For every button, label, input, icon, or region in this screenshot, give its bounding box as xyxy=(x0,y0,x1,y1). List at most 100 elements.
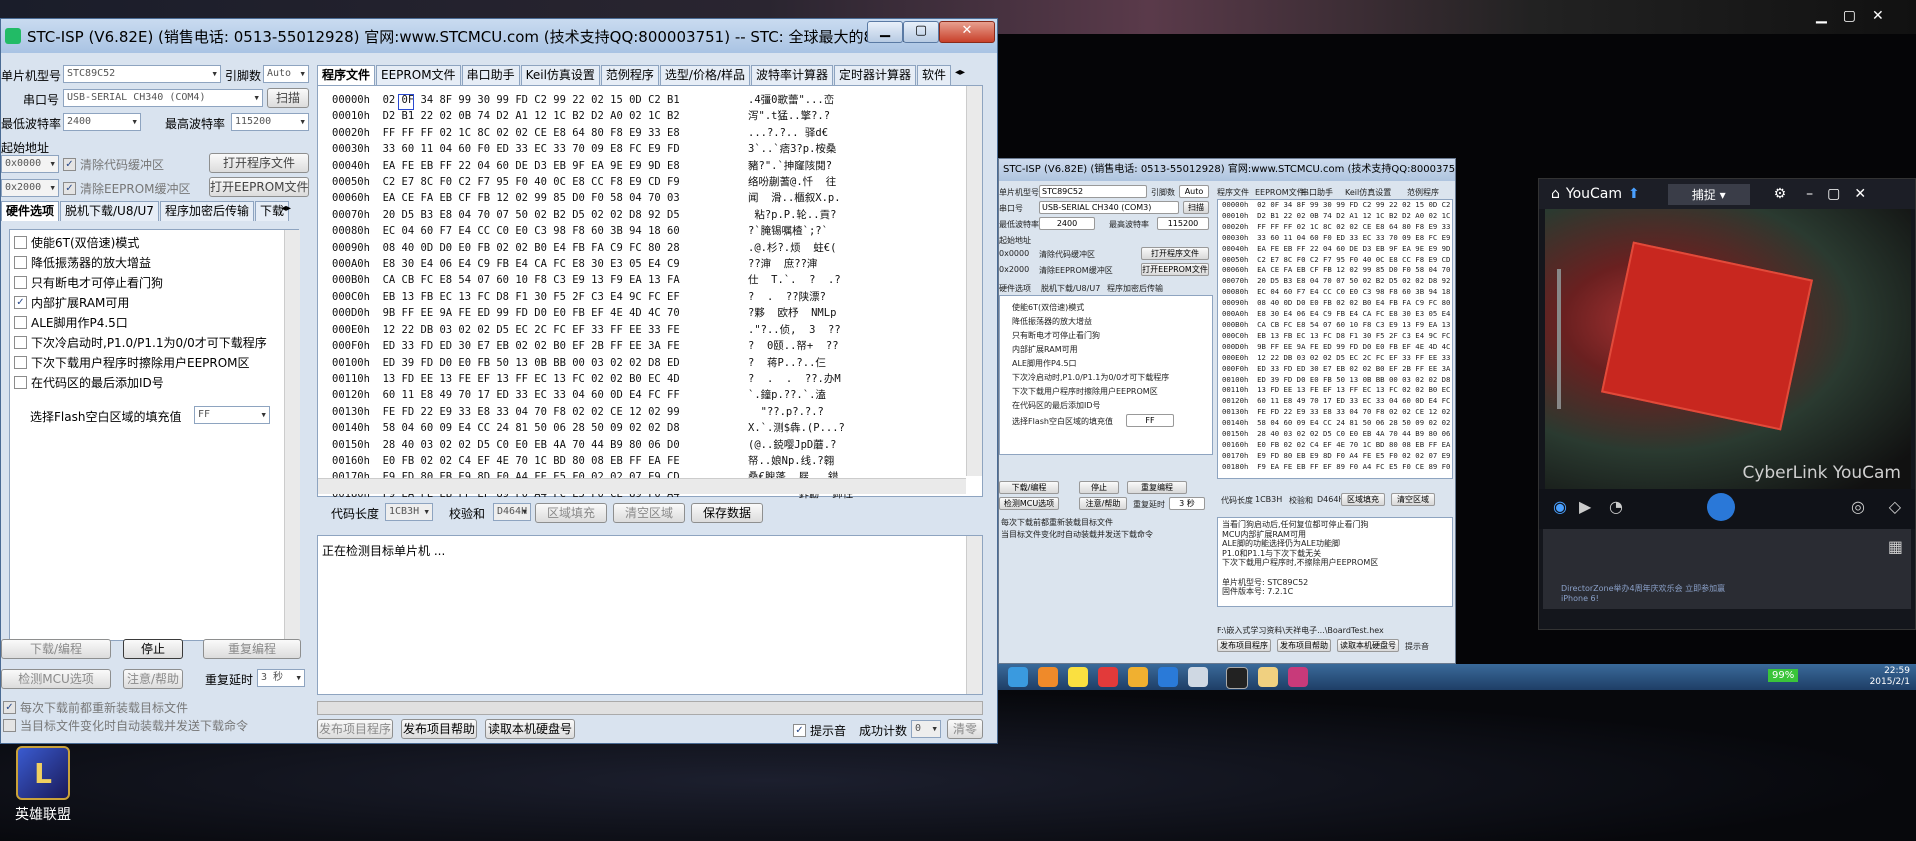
media-icon[interactable] xyxy=(1188,667,1208,687)
win2-opt-5[interactable]: 下次冷启动时,P1.0/P1.1为0/0才可下载程序 xyxy=(1012,372,1169,383)
clock[interactable]: 22:59 2015/2/1 xyxy=(1870,666,1910,688)
check-mcu-button[interactable]: 检测MCU选项 xyxy=(1,669,111,689)
zoom-slider[interactable] xyxy=(1557,269,1561,409)
fill-value-select[interactable]: FF xyxy=(194,406,270,424)
start-addr-eeprom[interactable]: 0x2000 xyxy=(1,179,59,197)
log-scrollbar[interactable] xyxy=(966,536,982,694)
hw-option-7[interactable]: 在代码区的最后添加ID号 xyxy=(14,374,164,391)
win2-opt-6[interactable]: 下次下载用户程序时擦除用户EEPROM区 xyxy=(1012,386,1158,397)
camera-icon[interactable]: ◉ xyxy=(1553,497,1567,516)
store-icon[interactable] xyxy=(1128,667,1148,687)
capture-button[interactable] xyxy=(1707,493,1735,521)
stop-button[interactable]: 停止 xyxy=(123,639,183,659)
open-program-button[interactable]: 打开程序文件 xyxy=(209,153,309,173)
hw-option-6[interactable]: 下次下载用户程序时擦除用户EEPROM区 xyxy=(14,354,250,371)
reprogram-button[interactable]: 重复编程 xyxy=(203,639,301,659)
area-fill-button[interactable]: 区域填充 xyxy=(535,503,607,523)
hw-option-1[interactable]: 降低振荡器的放大增益 xyxy=(14,254,151,271)
maximize-icon[interactable]: ▢ xyxy=(1843,8,1856,24)
pins-select[interactable]: Auto xyxy=(263,65,309,83)
battery-indicator[interactable]: 99% xyxy=(1768,669,1799,682)
win2-area-fill[interactable]: 区域填充 xyxy=(1341,493,1385,506)
right-tab-scroll-arrows[interactable]: ◂▸ xyxy=(955,67,965,78)
hex-scrollbar-h[interactable] xyxy=(318,478,966,494)
right-tab-8[interactable]: 软件 xyxy=(917,65,952,85)
gear-icon[interactable]: ⚙ xyxy=(1774,186,1787,202)
win2-open-prog[interactable]: 打开程序文件 xyxy=(1141,247,1209,260)
win2-tab-serial[interactable]: 串口助手 xyxy=(1301,187,1333,198)
tab-encrypt[interactable]: 程序加密后传输 xyxy=(159,201,254,221)
win2-open-eeprom[interactable]: 打开EEPROM文件 xyxy=(1141,263,1209,276)
win2-auto-send[interactable]: 当目标文件变化时自动装载并发送下载命令 xyxy=(1001,529,1153,540)
eye-icon[interactable]: ◎ xyxy=(1851,497,1865,516)
clear-area-button[interactable]: 清空区域 xyxy=(613,503,685,523)
win2-tab-keil[interactable]: Keil仿真设置 xyxy=(1345,187,1391,198)
browser-icon[interactable] xyxy=(1038,667,1058,687)
win2-tab-encrypt[interactable]: 程序加密后传输 xyxy=(1107,283,1163,294)
right-tab-2[interactable]: 串口助手 xyxy=(461,65,520,85)
win2-reprogram[interactable]: 重复编程 xyxy=(1127,481,1187,494)
prompt-sound-check[interactable]: ✓ 提示音 xyxy=(793,722,846,739)
minimize-icon[interactable]: ▁ xyxy=(1816,8,1827,24)
hw-option-3[interactable]: ✓ 内部扩展RAM可用 xyxy=(14,294,129,311)
win2-clear-code[interactable]: 清除代码缓冲区 xyxy=(1039,249,1095,260)
hw-option-0[interactable]: 使能6T(双倍速)模式 xyxy=(14,234,139,251)
publish-help-button[interactable]: 发布项目帮助 xyxy=(401,719,477,739)
right-tab-4[interactable]: 范例程序 xyxy=(600,65,659,85)
win2-port-combo[interactable]: USB-SERIAL CH340 (COM3) xyxy=(1039,201,1179,214)
hw-option-4[interactable]: ALE脚用作P4.5口 xyxy=(14,314,128,331)
win2-min-baud[interactable]: 2400 xyxy=(1039,217,1095,230)
mcu-type-select[interactable]: STC89C52 xyxy=(63,65,221,83)
win2-opt-2[interactable]: 只有断电才可停止看门狗 xyxy=(1012,330,1100,341)
hw-option-2[interactable]: 只有断电才可停止看门狗 xyxy=(14,274,163,291)
win2-opt-3[interactable]: 内部扩展RAM可用 xyxy=(1012,344,1078,355)
close-button[interactable]: ✕ xyxy=(939,21,995,43)
win2-publish-help[interactable]: 发布项目帮助 xyxy=(1277,639,1331,652)
win2-stop[interactable]: 停止 xyxy=(1079,481,1119,494)
read-disk-button[interactable]: 读取本机硬盘号 xyxy=(485,719,575,739)
right-tab-1[interactable]: EEPROM文件 xyxy=(376,65,461,85)
clear-count-button[interactable]: 清零 xyxy=(947,719,983,739)
right-tab-0[interactable]: 程序文件 xyxy=(317,65,376,85)
win2-tab-eeprom[interactable]: EEPROM文件 xyxy=(1255,187,1305,198)
win2-opt-7[interactable]: 在代码区的最后添加ID号 xyxy=(1012,400,1101,411)
win2-clear-eeprom[interactable]: 清除EEPROM缓冲区 xyxy=(1039,265,1113,276)
update-icon[interactable]: ⬆ xyxy=(1628,186,1640,202)
camera-app-icon[interactable] xyxy=(1226,667,1248,689)
save-data-button[interactable]: 保存数据 xyxy=(691,503,763,523)
open-eeprom-button[interactable]: 打开EEPROM文件 xyxy=(209,177,309,197)
retry-delay-select[interactable]: 3 秒 xyxy=(257,669,305,687)
port-select[interactable]: USB-SERIAL CH340 (COM4) xyxy=(63,89,263,107)
youcam-promo[interactable]: DirectorZone举办4周年庆欢乐会 立即参加赢 iPhone 6! xyxy=(1561,583,1741,603)
win2-tab-prog[interactable]: 程序文件 xyxy=(1217,187,1249,198)
win2-help[interactable]: 注意/帮助 xyxy=(1079,497,1127,510)
win2-fill-combo[interactable]: FF xyxy=(1126,414,1174,427)
ie-icon[interactable] xyxy=(1008,667,1028,687)
min-baud-select[interactable]: 2400 xyxy=(63,113,141,131)
max-baud-select[interactable]: 115200 xyxy=(231,113,309,131)
qq-icon[interactable] xyxy=(1068,667,1088,687)
app-icon[interactable] xyxy=(1098,667,1118,687)
win2-tab-hw[interactable]: 硬件选项 xyxy=(999,283,1031,294)
ascii-dump[interactable]: .4彊0歌蕾"...峦 泻".t猛..擎?.? ...?.?.. 驿d€ 3`.… xyxy=(748,92,853,502)
win2-download[interactable]: 下载/编程 xyxy=(999,481,1059,494)
win2-tab-sample[interactable]: 范例程序 xyxy=(1407,187,1439,198)
help-button[interactable]: 注意/帮助 xyxy=(123,669,183,689)
desktop-icon-lol[interactable]: L 英雄联盟 xyxy=(8,746,78,824)
win2-prompt[interactable]: 提示音 xyxy=(1405,641,1429,652)
scan-button[interactable]: 扫描 xyxy=(267,88,309,108)
grid-icon[interactable]: ▦ xyxy=(1888,537,1903,556)
maximize-icon[interactable]: ▢ xyxy=(1827,186,1840,202)
win2-opt-4[interactable]: ALE脚用作P4.5口 xyxy=(1012,358,1077,369)
win2-pins-combo[interactable]: Auto xyxy=(1179,185,1209,198)
titlebar[interactable]: STC-ISP (V6.82E) (销售电话: 0513-55012928) 官… xyxy=(1,19,997,53)
win2-check-mcu[interactable]: 检测MCU选项 xyxy=(999,497,1059,510)
right-tab-6[interactable]: 波特率计算器 xyxy=(751,65,834,85)
timer-icon[interactable]: ◔ xyxy=(1609,497,1623,516)
right-tab-3[interactable]: Keil仿真设置 xyxy=(520,65,600,85)
win2-opt-0[interactable]: 使能6T(双倍速)模式 xyxy=(1012,302,1084,313)
stc-app-icon[interactable] xyxy=(1288,667,1308,687)
tab-scroll-arrows[interactable]: ◂▸ xyxy=(281,203,291,214)
close-icon[interactable]: ✕ xyxy=(1854,186,1866,202)
clear-code-check[interactable]: ✓ 清除代码缓冲区 xyxy=(63,156,164,173)
